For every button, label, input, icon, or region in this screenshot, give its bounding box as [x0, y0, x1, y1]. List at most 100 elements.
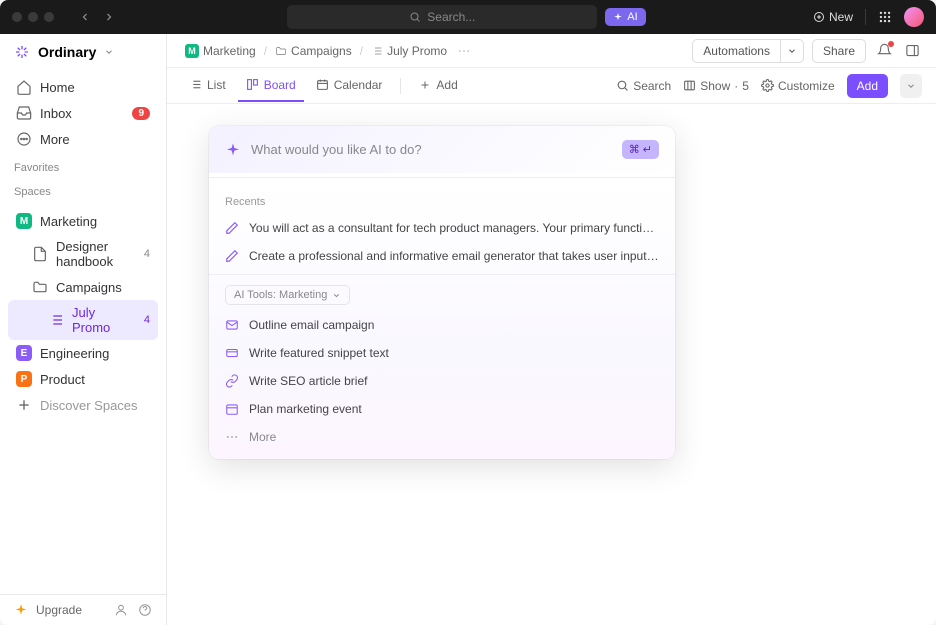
ai-tool-label: Plan marketing event — [249, 402, 362, 416]
breadcrumb-bar: M Marketing / Campaigns / July Promo Aut… — [167, 34, 936, 68]
list-july-promo[interactable]: July Promo 4 — [8, 300, 158, 340]
toolbar-show-sep: · — [734, 79, 738, 93]
space-marketing[interactable]: M Marketing — [8, 208, 158, 234]
pencil-icon — [225, 221, 239, 235]
crumb-list-label: July Promo — [387, 44, 447, 58]
workspace-name: Ordinary — [38, 44, 96, 60]
divider — [865, 9, 866, 25]
sidebar-more-label: More — [40, 132, 70, 147]
minimize-dot[interactable] — [28, 12, 38, 22]
inbox-count-badge: 9 — [132, 107, 150, 120]
space-product[interactable]: P Product — [8, 366, 158, 392]
list-july-promo-count: 4 — [144, 314, 150, 326]
ai-tool-row[interactable]: Plan marketing event — [209, 395, 675, 423]
sparkle-icon — [613, 12, 623, 22]
tab-list-label: List — [207, 78, 226, 92]
toolbar-search[interactable]: Search — [616, 79, 671, 93]
more-horizontal-icon[interactable] — [457, 44, 471, 58]
chevron-down-icon — [332, 291, 341, 300]
divider — [400, 78, 401, 94]
ai-tool-label: Write SEO article brief — [249, 374, 367, 388]
recent-prompt-text: You will act as a consultant for tech pr… — [249, 221, 659, 235]
sidebar-inbox[interactable]: Inbox 9 — [8, 100, 158, 126]
toolbar-show-count: 5 — [742, 79, 749, 93]
tab-board[interactable]: Board — [238, 70, 304, 102]
mail-icon — [225, 318, 239, 332]
list-july-promo-label: July Promo — [72, 305, 136, 335]
automations-dropdown[interactable] — [781, 39, 804, 63]
space-product-label: Product — [40, 372, 85, 387]
sidebar: Ordinary Home Inbox 9 More Fa — [0, 34, 167, 625]
doc-designer-handbook[interactable]: Designer handbook 4 — [8, 234, 158, 274]
space-engineering[interactable]: E Engineering — [8, 340, 158, 366]
workspace-switcher[interactable]: Ordinary — [0, 34, 166, 70]
upgrade-button[interactable]: Upgrade — [36, 603, 82, 617]
crumb-space-label: Marketing — [203, 44, 256, 58]
automations-button-group: Automations — [692, 39, 804, 63]
recent-prompt-row[interactable]: Create a professional and informative em… — [209, 242, 675, 270]
divider — [209, 274, 675, 275]
crumb-space[interactable]: M Marketing — [181, 42, 260, 60]
tab-list[interactable]: List — [181, 70, 234, 102]
sidebar-more[interactable]: More — [8, 126, 158, 152]
sidebar-home[interactable]: Home — [8, 74, 158, 100]
document-icon — [32, 246, 48, 262]
folder-icon — [32, 279, 48, 295]
ai-tools-more[interactable]: More — [209, 423, 675, 451]
maximize-dot[interactable] — [44, 12, 54, 22]
plus-icon — [16, 397, 32, 413]
favorites-section-label: Favorites — [0, 156, 166, 180]
plus-circle-icon — [813, 11, 825, 23]
close-dot[interactable] — [12, 12, 22, 22]
nav-back-button[interactable] — [74, 6, 96, 28]
columns-icon — [683, 79, 696, 92]
tab-calendar[interactable]: Calendar — [308, 70, 391, 102]
chevron-down-icon — [906, 81, 916, 91]
discover-spaces-label: Discover Spaces — [40, 398, 138, 413]
person-icon[interactable] — [114, 603, 128, 617]
ai-command-panel: What would you like AI to do? ⌘ ↵ Recent… — [209, 126, 675, 459]
user-avatar[interactable] — [904, 7, 924, 27]
ai-button[interactable]: AI — [605, 8, 645, 26]
new-button[interactable]: New — [813, 10, 853, 24]
panel-right-icon — [905, 43, 920, 58]
ai-tool-row[interactable]: Write featured snippet text — [209, 339, 675, 367]
add-task-button[interactable]: Add — [847, 74, 888, 98]
crumb-list[interactable]: July Promo — [367, 42, 451, 60]
ai-panel-header: What would you like AI to do? ⌘ ↵ — [209, 126, 675, 173]
new-button-label: New — [829, 10, 853, 24]
folder-campaigns[interactable]: Campaigns — [8, 274, 158, 300]
sidebar-home-label: Home — [40, 80, 75, 95]
ai-tool-row[interactable]: Write SEO article brief — [209, 367, 675, 395]
help-icon[interactable] — [138, 603, 152, 617]
main-content: M Marketing / Campaigns / July Promo Aut… — [167, 34, 936, 625]
toolbar-show[interactable]: Show · 5 — [683, 79, 749, 93]
crumb-folder[interactable]: Campaigns — [271, 42, 356, 60]
nav-forward-button[interactable] — [98, 6, 120, 28]
ai-tools-filter-chip[interactable]: AI Tools: Marketing — [225, 285, 350, 305]
notification-indicator — [888, 41, 894, 47]
tab-calendar-label: Calendar — [334, 78, 383, 92]
chevron-down-icon — [787, 46, 797, 56]
ai-prompt-input[interactable]: What would you like AI to do? — [251, 142, 612, 157]
search-icon — [409, 11, 421, 23]
space-engineering-label: Engineering — [40, 346, 109, 361]
board-icon — [246, 78, 259, 91]
tab-board-label: Board — [264, 78, 296, 92]
add-task-dropdown[interactable] — [900, 74, 922, 98]
toolbar-customize[interactable]: Customize — [761, 79, 835, 93]
share-button[interactable]: Share — [812, 39, 866, 63]
crumb-folder-label: Campaigns — [291, 44, 352, 58]
global-search-input[interactable]: Search... — [287, 5, 597, 29]
ai-tool-row[interactable]: Outline email campaign — [209, 311, 675, 339]
panel-toggle-button[interactable] — [902, 41, 922, 61]
divider — [209, 177, 675, 178]
folder-icon — [275, 45, 287, 57]
notifications-button[interactable] — [874, 41, 894, 61]
tab-add-view[interactable]: Add — [411, 70, 465, 102]
recent-prompt-row[interactable]: You will act as a consultant for tech pr… — [209, 214, 675, 242]
apps-grid-icon[interactable] — [878, 10, 892, 24]
window-titlebar: Search... AI New — [0, 0, 936, 34]
discover-spaces[interactable]: Discover Spaces — [8, 392, 158, 418]
automations-button[interactable]: Automations — [692, 39, 781, 63]
